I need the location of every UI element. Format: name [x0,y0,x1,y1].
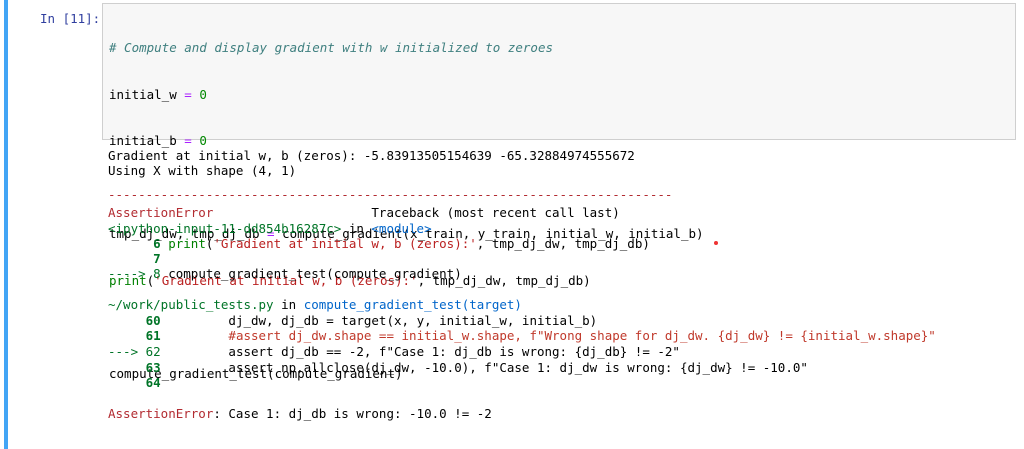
traceback-line: 64 [108,375,161,390]
traceback-source: <ipython-input-11-dd854b16287c> in <modu… [108,221,432,236]
traceback-line: 63 assert np.allclose(dj_dw, -10.0), f"C… [108,360,808,375]
traceback-line-current: ----> 8 compute_gradient_test(compute_gr… [108,266,462,281]
code-line-w: initial_w = 0 [109,86,207,102]
traceback-line: 7 [108,251,161,266]
traceback-line: 60 dj_dw, dj_db = target(x, y, initial_w… [108,313,598,328]
code-line-b: initial_b = 0 [109,133,207,148]
traceback-source: ~/work/public_tests.py in compute_gradie… [108,297,522,312]
traceback-line: 61 #assert dj_dw.shape == initial_w.shap… [108,328,936,343]
traceback-separator: ----------------------------------------… [108,187,673,202]
code-input-area[interactable]: # Compute and display gradient with w in… [102,3,1016,381]
input-prompt: In [11]: [40,11,101,26]
cursor-dot [714,241,718,245]
code-comment: # Compute and display gradient with w in… [109,40,554,55]
final-error: AssertionError: Case 1: dj_db is wrong: … [108,406,492,421]
output-line: Using X with shape (4, 1) [108,163,297,178]
traceback-line-current: ---> 62 assert dj_db == -2, f"Case 1: dj… [108,344,680,359]
traceback-line: 6 print('Gradient at initial w, b (zeros… [108,236,650,251]
output-line: Gradient at initial w, b (zeros): -5.839… [108,148,635,163]
traceback-header: AssertionError Traceback (most recent ca… [108,205,620,220]
cell-selection-bar [4,0,8,449]
